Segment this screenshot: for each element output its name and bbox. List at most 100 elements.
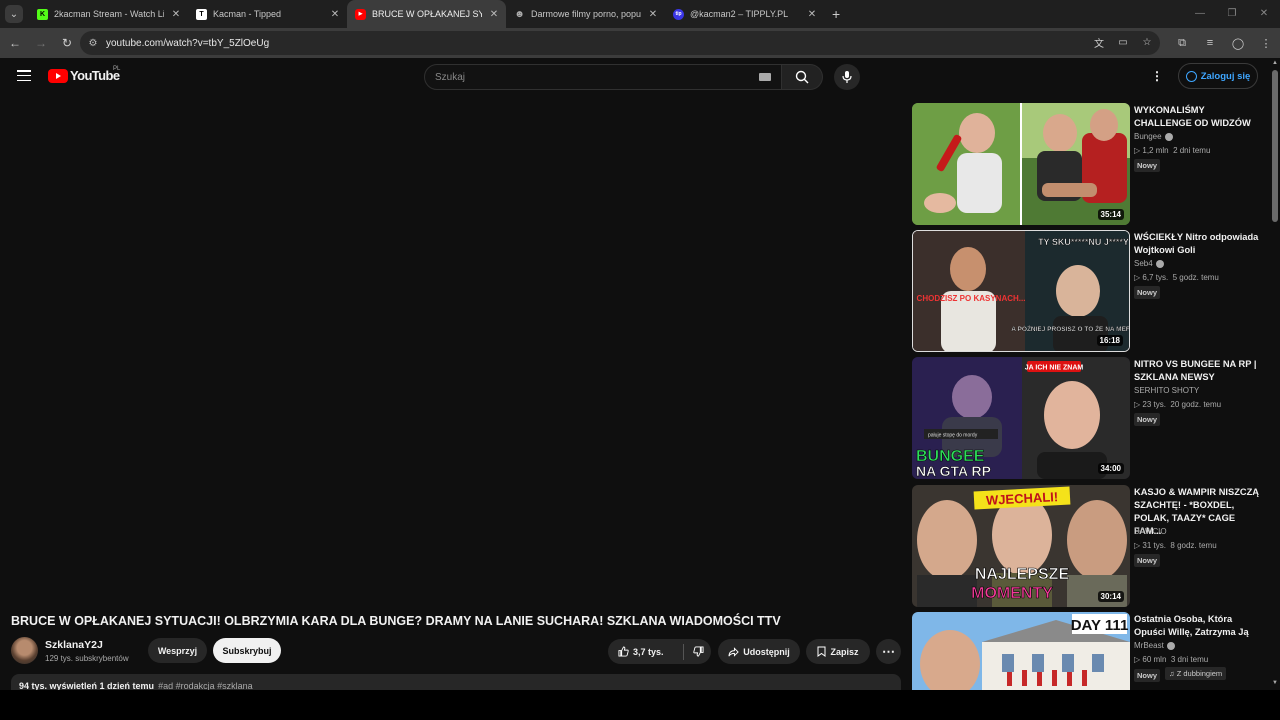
- channel-label: Seb4: [1134, 259, 1153, 268]
- like-button[interactable]: 3,7 tys.: [618, 646, 674, 657]
- recommendation-title[interactable]: NITRO VS BUNGEE NA RP | SZKLANA NEWSY: [1134, 358, 1260, 384]
- video-duration: 30:14: [1097, 591, 1124, 602]
- subscribe-button[interactable]: Subskrybuj: [213, 638, 281, 663]
- scroll-down-arrow-icon[interactable]: ▼: [1272, 680, 1278, 686]
- signin-button[interactable]: Zaloguj się: [1178, 63, 1258, 89]
- cast-icon[interactable]: ▭: [1116, 35, 1130, 49]
- page-scrollbar[interactable]: ▲ ▼: [1270, 58, 1280, 690]
- recommendation-title[interactable]: WŚCIEKŁY Nitro odpowiada Wojtkowi Goli: [1134, 231, 1260, 257]
- search-input[interactable]: Szukaj: [424, 64, 782, 90]
- upload-age: 20 godz. temu: [1170, 400, 1222, 409]
- youtube-favicon-icon: ▶: [355, 8, 366, 20]
- share-button[interactable]: Udostępnij: [718, 639, 800, 664]
- bookmark-star-icon[interactable]: ☆: [1140, 35, 1154, 49]
- thumb-caption-right: A PÓŹNIEJ PROSISZ O TO ŻE NA MEF****N: [1011, 324, 1130, 333]
- extensions-icon[interactable]: ⧉: [1174, 35, 1190, 51]
- keyboard-icon[interactable]: [759, 73, 771, 81]
- tab-close-icon[interactable]: ✕: [806, 9, 818, 20]
- video-thumbnail[interactable]: DAY 111: [912, 612, 1130, 690]
- address-bar[interactable]: ⚙ youtube.com/watch?v=tbY_5ZlOeUg 文 ▭ ☆: [80, 31, 1160, 55]
- browser-tab[interactable]: T Kacman - Tipped ✕: [188, 0, 347, 28]
- thumbnail-image-5: DAY 111: [912, 612, 1130, 690]
- hamburger-menu-icon[interactable]: [17, 70, 31, 81]
- thumb-caption-bottom-2: NA GTA RP: [916, 463, 991, 479]
- browser-tab[interactable]: ☻ Darmowe filmy porno, popular ✕: [506, 0, 665, 28]
- video-thumbnail[interactable]: WJECHALI! NAJLEPSZE MOMENTY 30:14: [912, 485, 1130, 607]
- owner-row: SzklanaY2J 129 tys. subskrybentów Wesprz…: [11, 637, 901, 667]
- browser-menu-icon[interactable]: ⋮: [1258, 35, 1274, 51]
- support-button[interactable]: Wesprzyj: [148, 638, 207, 663]
- like-divider: [683, 643, 684, 660]
- recommendation-channel[interactable]: MrBeast: [1134, 641, 1175, 650]
- recommendation-channel[interactable]: DAWCIO: [1134, 527, 1167, 536]
- upload-age: 5 godz. temu: [1172, 273, 1219, 282]
- recommendation-channel[interactable]: Bungee: [1134, 132, 1173, 141]
- browser-tab[interactable]: K 2kacman Stream - Watch Live o ✕: [29, 0, 188, 28]
- window-close-icon[interactable]: ✕: [1248, 0, 1280, 28]
- channel-name[interactable]: SzklanaY2J: [45, 639, 103, 651]
- scrollbar-thumb[interactable]: [1272, 70, 1278, 222]
- maximize-icon[interactable]: ❐: [1216, 0, 1248, 28]
- video-thumbnail[interactable]: 35:14: [912, 103, 1130, 225]
- profile-icon[interactable]: ◯: [1230, 35, 1246, 51]
- dubbing-label: Z dubbingiem: [1176, 669, 1223, 678]
- settings-kebab-icon[interactable]: ⋮: [1150, 69, 1164, 83]
- tab-close-icon[interactable]: ✕: [488, 9, 500, 20]
- recommendation-title[interactable]: Ostatnia Osoba, Która Opuści Willę, Zatr…: [1134, 613, 1260, 639]
- view-count-date: 94 tys. wyświetleń 1 dzień temu: [19, 681, 155, 690]
- tab-search-chevron-icon[interactable]: ⌄: [5, 5, 23, 23]
- tab-title: 2kacman Stream - Watch Live o: [54, 9, 164, 19]
- minimize-icon[interactable]: —: [1184, 0, 1216, 28]
- thumbnail-image-3: JA ICH NIE ZNAM pałuje stopę do mordy BU…: [912, 357, 1130, 479]
- video-duration: 34:00: [1097, 463, 1124, 474]
- voice-search-button[interactable]: [834, 64, 860, 90]
- back-icon[interactable]: ←: [4, 32, 26, 54]
- search-button[interactable]: [782, 64, 823, 90]
- recommendation-item[interactable]: JA ICH NIE ZNAM pałuje stopę do mordy BU…: [912, 357, 1270, 479]
- translate-icon[interactable]: 文: [1092, 35, 1106, 50]
- recommendation-stats: ▷ 6,7 tys. 5 godz. temu: [1134, 273, 1219, 282]
- share-arrow-icon: [728, 646, 739, 657]
- description-hashtags[interactable]: #ad #rodakcja #szklana: [158, 681, 253, 690]
- channel-avatar[interactable]: [11, 637, 38, 664]
- dislike-button[interactable]: [693, 646, 704, 657]
- bookmark-icon: [817, 646, 826, 657]
- more-actions-icon[interactable]: ⋯: [876, 639, 901, 664]
- tab-close-icon[interactable]: ✕: [329, 9, 341, 20]
- thumb-caption-bottom-1: NAJLEPSZE: [975, 566, 1070, 583]
- browser-tab-active[interactable]: ▶ BRUCE W OPŁAKANEJ SYTUAC ✕: [347, 0, 506, 28]
- video-thumbnail[interactable]: JA ICH NIE ZNAM pałuje stopę do mordy BU…: [912, 357, 1130, 479]
- media-control-icon[interactable]: ≡: [1202, 35, 1218, 51]
- url-text[interactable]: youtube.com/watch?v=tbY_5ZlOeUg: [106, 38, 269, 49]
- recommendation-channel[interactable]: SERHITO SHOTY: [1134, 386, 1199, 395]
- verified-badge-icon: [1155, 259, 1164, 268]
- youtube-logo[interactable]: YouTube PL: [48, 66, 120, 83]
- save-button[interactable]: Zapisz: [806, 639, 870, 664]
- site-info-icon[interactable]: ⚙: [86, 36, 100, 50]
- new-tab-button[interactable]: +: [832, 6, 840, 22]
- video-thumbnail[interactable]: TY SKU*****NU J****Y! CHODZISZ PO KASYNA…: [912, 230, 1130, 352]
- video-player[interactable]: [0, 96, 904, 606]
- tab-close-icon[interactable]: ✕: [170, 9, 182, 20]
- recommendation-stats: ▷ 31 tys. 8 godz. temu: [1134, 541, 1217, 550]
- tab-close-icon[interactable]: ✕: [647, 9, 659, 20]
- channel-label: SERHITO SHOTY: [1134, 386, 1200, 395]
- recommendation-item[interactable]: TY SKU*****NU J****Y! CHODZISZ PO KASYNA…: [912, 230, 1270, 352]
- scroll-up-arrow-icon[interactable]: ▲: [1272, 60, 1278, 66]
- thumbnail-image-1: [912, 103, 1130, 225]
- recommendation-channel[interactable]: Seb4: [1134, 259, 1164, 268]
- reload-icon[interactable]: ↻: [56, 32, 78, 54]
- new-badge: Nowy: [1134, 286, 1161, 299]
- forward-icon[interactable]: →: [30, 32, 52, 54]
- recommendation-title[interactable]: WYKONALIŚMY CHALLENGE OD WIDZÓW: [1134, 104, 1260, 130]
- recommendation-stats: ▷ 1,2 mln 2 dni temu: [1134, 146, 1211, 155]
- recommendation-item[interactable]: DAY 111 Ostatnia Osoba, Która Opuści Wil…: [912, 612, 1270, 690]
- video-duration: 35:14: [1097, 209, 1124, 220]
- browser-tab[interactable]: tip @kacman2 – TIPPLY.PL ✕: [665, 0, 824, 28]
- recommendation-item[interactable]: 35:14 WYKONALIŚMY CHALLENGE OD WIDZÓW Bu…: [912, 103, 1270, 225]
- recommendation-item[interactable]: WJECHALI! NAJLEPSZE MOMENTY 30:14 KASJO …: [912, 485, 1270, 607]
- tipped-favicon-icon: T: [196, 8, 207, 20]
- recommendation-stats: ▷ 60 mln 3 dni temu: [1134, 655, 1209, 664]
- view-count: 1,2 mln: [1142, 146, 1169, 155]
- description-box[interactable]: 94 tys. wyświetleń 1 dzień temu #ad #roda…: [11, 674, 901, 690]
